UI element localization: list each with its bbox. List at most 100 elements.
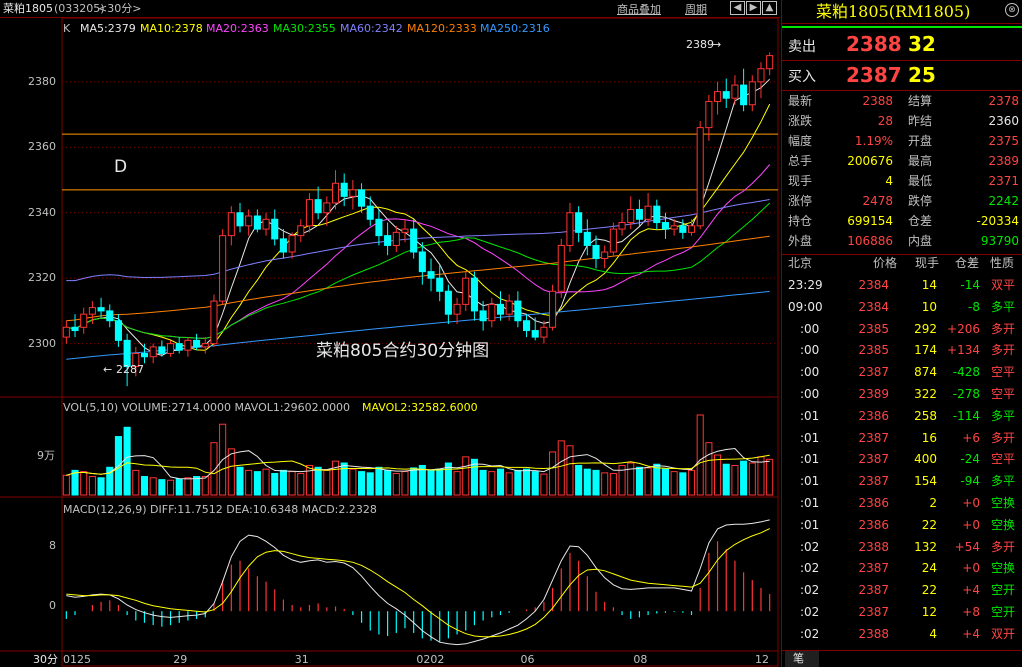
candle-body bbox=[331, 182, 340, 204]
tick-type: 多开 bbox=[991, 539, 1016, 554]
candle bbox=[418, 242, 426, 285]
stat-label: 幅度 bbox=[788, 134, 813, 148]
candle bbox=[349, 180, 357, 210]
volume-bar bbox=[305, 464, 314, 496]
stat-label: 外盘 bbox=[788, 234, 813, 248]
volume-bar bbox=[479, 469, 487, 496]
candle bbox=[297, 219, 305, 243]
tick-row: 09:00 2384 10 -8 多平 bbox=[782, 299, 1022, 316]
candle bbox=[496, 291, 505, 321]
tick-position-change: +0 bbox=[962, 517, 980, 532]
time-period-label: 30分 bbox=[33, 653, 58, 666]
macd-legend: MACD(12,26,9) DIFF:11.7512 DEA:10.6348 M… bbox=[63, 503, 377, 516]
buy-label: 买入 bbox=[788, 69, 816, 85]
candle-body bbox=[748, 81, 756, 106]
candle bbox=[714, 81, 722, 115]
candle bbox=[253, 209, 261, 233]
volume-bar bbox=[644, 467, 652, 496]
tick-volume: 322 bbox=[914, 387, 937, 401]
time-tick-label: 0202 bbox=[416, 653, 445, 666]
tick-type: 空开 bbox=[991, 583, 1016, 598]
candle bbox=[245, 209, 253, 236]
volume-bar bbox=[748, 462, 756, 496]
stat-label: 最低 bbox=[908, 174, 933, 188]
scroll-up-icon[interactable]: ▲ bbox=[762, 1, 777, 15]
volume-bar bbox=[62, 474, 70, 496]
volume-bar bbox=[149, 477, 157, 496]
stat-value: -20334 bbox=[976, 214, 1019, 228]
cycle-button[interactable]: 周期 bbox=[685, 1, 707, 17]
tick-type: 双平 bbox=[991, 278, 1016, 292]
tick-row: :02 2387 24 +0 空换 bbox=[782, 560, 1022, 577]
time-tick-label: 08 bbox=[633, 653, 648, 666]
time-tick-label: 29 bbox=[173, 653, 188, 666]
stat-value: 4 bbox=[885, 174, 893, 188]
scroll-left-icon[interactable]: ◀ bbox=[730, 1, 745, 15]
stat-row: 涨停 2478 跌停 2242 bbox=[782, 193, 1022, 210]
candle-body bbox=[557, 244, 565, 292]
high-mark: 2389 bbox=[686, 38, 714, 51]
volume-bar bbox=[184, 477, 192, 496]
candle bbox=[453, 297, 461, 324]
candle-body bbox=[609, 228, 617, 253]
volume-bar bbox=[462, 456, 470, 496]
candle bbox=[722, 78, 730, 108]
scroll-right-icon[interactable]: ▶ bbox=[746, 1, 761, 15]
ticks-header-cell: 现手 bbox=[914, 256, 939, 270]
tick-position-change: +206 bbox=[947, 321, 980, 336]
volume-bar bbox=[340, 462, 348, 496]
volume-bar bbox=[88, 476, 96, 496]
close-icon[interactable]: ⊗ bbox=[1005, 3, 1019, 17]
stat-row: 持仓 699154 仓差 -20334 bbox=[782, 213, 1022, 230]
candle bbox=[340, 173, 348, 207]
candle bbox=[236, 202, 244, 233]
volume-bar bbox=[722, 463, 730, 496]
candle-body bbox=[80, 313, 88, 328]
tick-volume: 258 bbox=[914, 408, 937, 423]
candle-body bbox=[740, 84, 748, 106]
volume-bar bbox=[71, 469, 79, 496]
volume-bar bbox=[271, 472, 279, 496]
tick-position-change: +134 bbox=[947, 343, 980, 358]
buy-price: 2387 bbox=[846, 63, 902, 87]
tick-volume: 10 bbox=[921, 299, 937, 314]
tab-ticks[interactable]: 笔 bbox=[785, 651, 819, 667]
tick-volume: 12 bbox=[921, 605, 937, 619]
tick-price: 2384 bbox=[858, 278, 889, 292]
tick-type: 空平 bbox=[991, 365, 1016, 380]
stat-row: 现手 4 最低 2371 bbox=[782, 173, 1022, 190]
tick-time: :00 bbox=[800, 343, 820, 358]
stat-label: 总手 bbox=[788, 154, 813, 168]
stat-row: 最新 2388 结算 2378 bbox=[782, 93, 1022, 110]
stat-value: 2388 bbox=[862, 94, 893, 108]
candle bbox=[288, 232, 296, 259]
candle-body bbox=[514, 300, 522, 322]
tick-row: 23:29 2384 14 -14 双平 bbox=[782, 277, 1022, 294]
volume-bar bbox=[80, 471, 88, 496]
chart-caption: 菜粕805合约30分钟图 bbox=[316, 341, 490, 361]
candle-body bbox=[696, 127, 704, 227]
volume-bar bbox=[288, 471, 296, 496]
candle-body bbox=[114, 320, 122, 341]
tick-position-change: -94 bbox=[960, 474, 980, 489]
candle bbox=[514, 291, 522, 328]
stat-label: 现手 bbox=[788, 174, 813, 188]
candle bbox=[540, 320, 548, 344]
candle-body bbox=[549, 290, 557, 328]
candle-body bbox=[297, 225, 305, 237]
tick-time: :02 bbox=[800, 539, 820, 554]
tick-price: 2385 bbox=[858, 343, 889, 358]
candle-body bbox=[166, 343, 175, 354]
tick-position-change: +0 bbox=[962, 561, 980, 576]
ma5-line bbox=[66, 78, 771, 356]
volume-bar bbox=[609, 472, 617, 496]
volume-bar bbox=[97, 477, 105, 496]
stat-row: 涨跌 28 昨结 2360 bbox=[782, 113, 1022, 130]
ma20-line bbox=[66, 164, 771, 339]
candle bbox=[366, 196, 374, 226]
stat-label: 跌停 bbox=[908, 194, 933, 208]
volume-bar bbox=[314, 466, 322, 496]
tick-volume: 16 bbox=[921, 430, 937, 445]
overlay-button[interactable]: 商品叠加 bbox=[617, 1, 661, 17]
stat-value: 2371 bbox=[988, 174, 1019, 188]
